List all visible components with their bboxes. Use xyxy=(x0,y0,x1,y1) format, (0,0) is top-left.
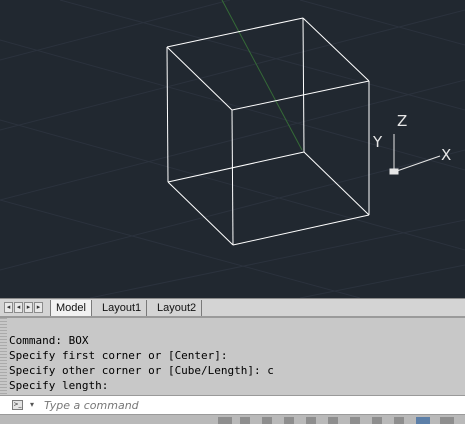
command-history-line: Specify first corner or [Center]: xyxy=(9,349,228,362)
box-edge xyxy=(167,151,305,183)
box-edge xyxy=(232,214,370,246)
box-edge xyxy=(166,17,304,48)
box-edge xyxy=(167,181,234,246)
ucs-x-label: X xyxy=(441,146,452,164)
status-icon[interactable] xyxy=(240,417,250,424)
layout-tabs-bar: ◂ ◂ ▸ ▸ Model Layout1 Layout2 xyxy=(0,298,465,316)
ucs-z-label: Z xyxy=(397,112,408,130)
box-edge xyxy=(166,46,169,183)
command-history-line: Command: BOX xyxy=(9,334,89,347)
command-line: >_ ▾ xyxy=(0,395,465,415)
box-edge xyxy=(303,151,370,216)
next-tab-icon[interactable]: ▸ xyxy=(24,302,33,313)
tab-layout2[interactable]: Layout2 xyxy=(152,300,203,316)
status-icon[interactable] xyxy=(262,417,272,424)
status-icon[interactable] xyxy=(218,417,232,424)
command-history-line: Specify other corner or [Cube/Length]: c xyxy=(9,364,274,377)
first-tab-icon[interactable]: ◂ xyxy=(4,302,13,313)
status-icon[interactable] xyxy=(328,417,338,424)
status-icon[interactable] xyxy=(284,417,294,424)
status-icon[interactable] xyxy=(306,417,316,424)
command-history-line: Specify length: xyxy=(9,379,109,392)
last-tab-icon[interactable]: ▸ xyxy=(34,302,43,313)
command-history: Command: BOX Specify first corner or [Cen… xyxy=(9,333,274,393)
tab-model[interactable]: Model xyxy=(50,300,92,316)
status-icon[interactable] xyxy=(440,417,454,424)
command-window: Command: BOX Specify first corner or [Cen… xyxy=(0,316,465,395)
ucs-y-label: Y xyxy=(373,133,383,151)
box-edge xyxy=(302,17,305,153)
box-wireframe[interactable] xyxy=(166,17,370,246)
chevron-down-icon[interactable]: ▾ xyxy=(30,400,34,409)
ucs-icon xyxy=(389,134,441,175)
command-input[interactable] xyxy=(44,397,454,413)
prev-tab-icon[interactable]: ◂ xyxy=(14,302,23,313)
drawing-canvas xyxy=(0,0,465,298)
box-edge xyxy=(231,80,370,111)
y-axis-line xyxy=(221,0,303,151)
status-icon[interactable] xyxy=(416,417,430,424)
command-window-grip[interactable] xyxy=(0,318,7,395)
status-bar xyxy=(0,415,465,424)
status-icon[interactable] xyxy=(394,417,404,424)
box-edge xyxy=(166,46,233,111)
status-icon[interactable] xyxy=(372,417,382,424)
command-prompt-icon[interactable]: >_ xyxy=(12,400,23,410)
model-viewport[interactable]: Z Y X xyxy=(0,0,465,298)
status-icon[interactable] xyxy=(350,417,360,424)
tab-layout1[interactable]: Layout1 xyxy=(97,300,148,316)
box-edge xyxy=(231,109,234,246)
